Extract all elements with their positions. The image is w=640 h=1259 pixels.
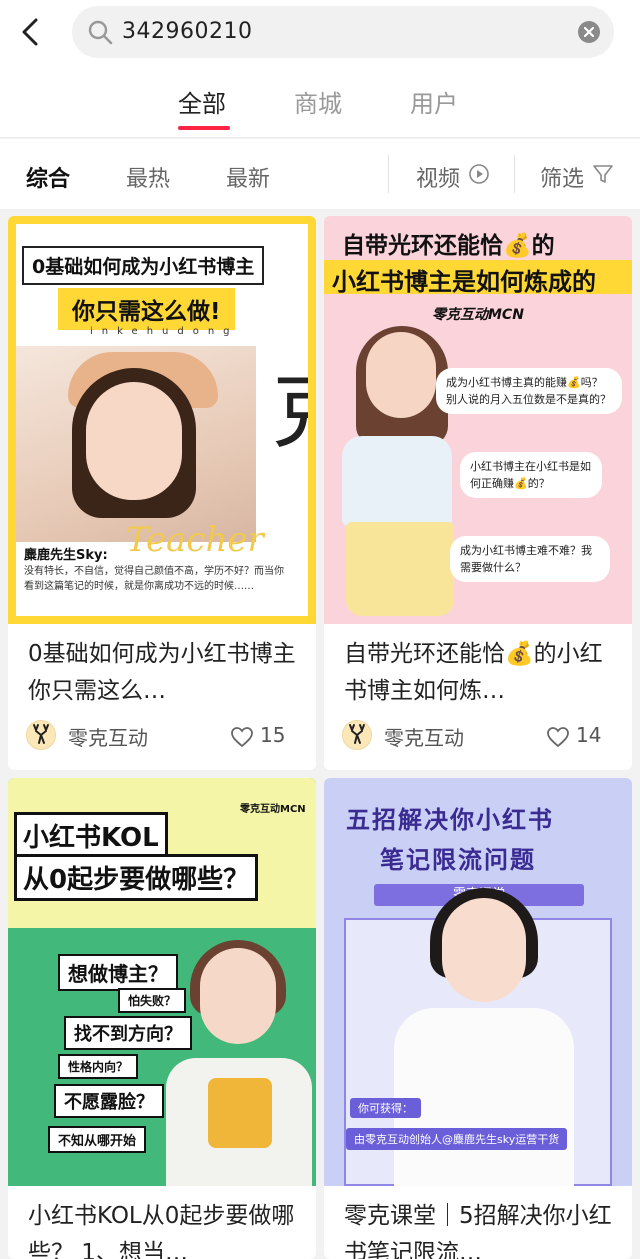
cover-brand: 零克互动MCN	[240, 804, 306, 815]
cover-headline: 你只需这么做!	[58, 288, 235, 330]
like-button[interactable]: 14	[546, 722, 618, 752]
author-name[interactable]: 零克互动	[384, 722, 464, 751]
note-author[interactable]: 零克互动	[342, 720, 542, 754]
active-tab-indicator	[178, 126, 230, 130]
note-card[interactable]: 五招解决你小红书 笔记限流问题 零克课堂 你可获得： 由零克互动创始人@麋鹿先生…	[324, 778, 632, 1259]
top-bar: 342960210	[0, 0, 640, 64]
close-icon	[583, 26, 595, 38]
shirt-print-illustration	[208, 1078, 272, 1148]
divider	[514, 155, 515, 193]
like-count: 14	[576, 723, 602, 747]
play-circle-icon[interactable]	[468, 163, 490, 185]
heart-icon	[231, 727, 253, 748]
cover-big-character: 克	[272, 344, 308, 465]
cover-bubble: 成为小红书博主难不难？我需要做什么？	[450, 536, 610, 582]
avatar[interactable]	[26, 720, 56, 750]
clear-search-button[interactable]	[578, 21, 600, 43]
face-illustration	[200, 948, 276, 1044]
cover-headline: 小红书KOL	[14, 812, 168, 859]
cover-description: 没有特长，不自信，觉得自己颜值不高，学历不好？而当你看到这篇笔记的时候，就是你离…	[24, 566, 284, 592]
main-tabs: 全部 商城 用户	[0, 64, 640, 138]
search-icon	[88, 20, 113, 45]
cover-headline: 五招解决你小红书	[346, 806, 554, 834]
cover-photo	[16, 346, 256, 542]
cover-headline-band: 小红书博主是如何炼成的	[324, 260, 632, 296]
cover-tag: 由零克互动创始人@麋鹿先生sky运营干货	[346, 1128, 568, 1150]
cover-photo	[158, 940, 312, 1186]
note-cover[interactable]: 零克互动MCN 小红书KOL 从0起步要做哪些？ 想做博主？ 怕失败？ 找不到方…	[8, 778, 316, 1186]
cover-illustration	[336, 326, 456, 616]
cover-headline: 自带光环还能恰💰的	[342, 233, 555, 259]
chevron-left-icon	[22, 18, 38, 46]
face-illustration	[366, 332, 436, 418]
avatar[interactable]	[342, 720, 372, 750]
filter-label[interactable]: 筛选	[540, 161, 584, 193]
cover-headline: 0基础如何成为小红书博主	[22, 246, 265, 285]
shirt-illustration	[394, 1008, 574, 1186]
sort-hottest[interactable]: 最热	[126, 161, 170, 193]
cover-bubble: 成为小红书博主真的能赚💰吗？别人说的月入五位数是不是真的？	[436, 368, 622, 414]
cover-script-text: Teacher	[126, 520, 264, 560]
note-cover[interactable]: 0基础如何成为小红书博主 你只需这么做! inkehudong 克 Teache…	[8, 216, 316, 624]
tab-all[interactable]: 全部	[178, 84, 226, 119]
cover-headline: 笔记限流问题	[380, 846, 536, 874]
note-cover[interactable]: 自带光环还能恰💰的 小红书博主是如何炼成的 零克互动MCN 成为小红书博主真的能…	[324, 216, 632, 624]
sort-newest[interactable]: 最新	[226, 161, 270, 193]
search-query[interactable]: 342960210	[122, 19, 252, 44]
note-title[interactable]: 小红书KOL从0起步要做哪些？ 1、想当…	[28, 1198, 308, 1259]
note-title[interactable]: 自带光环还能恰💰的小红书博主如何炼…	[344, 636, 624, 710]
face-illustration	[86, 382, 182, 500]
note-title[interactable]: 零克课堂｜5招解决你小红书笔记限流…	[344, 1198, 624, 1259]
note-card[interactable]: 0基础如何成为小红书博主 你只需这么做! inkehudong 克 Teache…	[8, 216, 316, 770]
note-card[interactable]: 自带光环还能恰💰的 小红书博主是如何炼成的 零克互动MCN 成为小红书博主真的能…	[324, 216, 632, 770]
note-author[interactable]: 零克互动	[26, 720, 226, 754]
skirt-illustration	[346, 522, 454, 616]
cover-label: 不知从哪开始	[48, 1126, 147, 1153]
divider	[388, 155, 389, 193]
cover-signature: 麋鹿先生Sky:	[24, 548, 108, 563]
like-count: 15	[260, 723, 286, 747]
cover-label: 性格内向？	[58, 1054, 139, 1079]
cover-bubble: 小红书博主在小红书是如何正确赚💰的？	[460, 452, 602, 498]
search-bar[interactable]: 342960210	[72, 6, 614, 58]
like-button[interactable]: 15	[230, 722, 302, 752]
deer-logo-icon	[33, 724, 49, 744]
note-title[interactable]: 0基础如何成为小红书博主你只需这么…	[28, 636, 308, 710]
cover-headline: 小红书博主是如何炼成的	[332, 268, 596, 296]
cover-tag: 你可获得：	[350, 1098, 421, 1118]
filter-icon[interactable]	[592, 163, 614, 185]
note-card[interactable]: 零克互动MCN 小红书KOL 从0起步要做哪些？ 想做博主？ 怕失败？ 找不到方…	[8, 778, 316, 1259]
deer-logo-icon	[349, 724, 365, 744]
heart-icon	[547, 727, 569, 748]
cover-subtext: inkehudong	[90, 326, 239, 337]
video-filter-label[interactable]: 视频	[416, 161, 460, 193]
face-illustration	[442, 898, 526, 1002]
back-button[interactable]	[16, 14, 48, 50]
tab-mall[interactable]: 商城	[294, 84, 342, 119]
author-name[interactable]: 零克互动	[68, 722, 148, 751]
cover-headline: 从0起步要做哪些？	[14, 854, 259, 901]
note-cover[interactable]: 五招解决你小红书 笔记限流问题 零克课堂 你可获得： 由零克互动创始人@麋鹿先生…	[324, 778, 632, 1186]
sort-bar: 综合 最热 最新 视频 筛选	[0, 139, 640, 209]
tab-users[interactable]: 用户	[410, 84, 458, 119]
cover-label: 不愿露脸？	[54, 1084, 164, 1118]
sort-comprehensive[interactable]: 综合	[26, 161, 70, 193]
shirt-illustration	[342, 436, 452, 526]
cover-brand: 零克互动MCN	[432, 307, 524, 323]
